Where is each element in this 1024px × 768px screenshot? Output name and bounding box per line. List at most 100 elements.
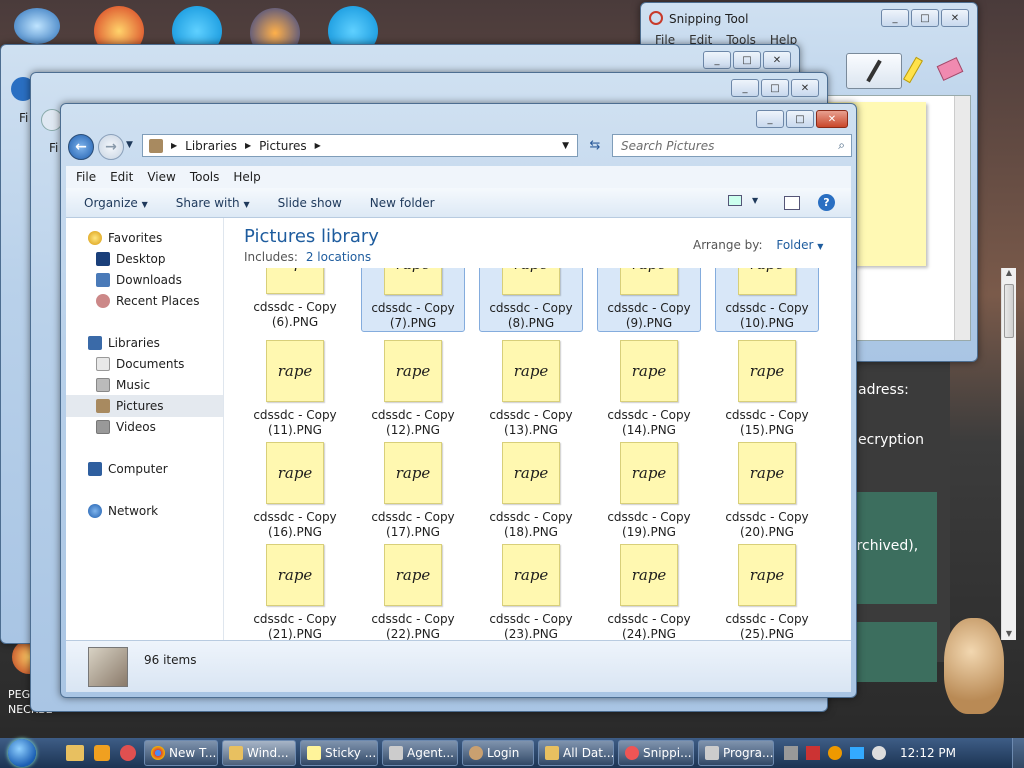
maximize-button[interactable]: □ [911, 9, 939, 27]
file-tile[interactable]: rape cdssdc - Copy(8).PNG [479, 268, 583, 332]
highlighter-icon[interactable] [903, 56, 923, 84]
file-tile[interactable]: rape cdssdc - Copy (12).PNG [361, 340, 465, 438]
nav-favorites[interactable]: Favorites [88, 228, 162, 248]
file-tile[interactable]: rape cdssdc - Copy (25).PNG [715, 544, 819, 640]
app-quicklaunch-icon[interactable] [120, 745, 136, 761]
file-tile[interactable]: rape cdssdc - Copy (13).PNG [479, 340, 583, 438]
file-tile[interactable]: rape cdssdc - Copy (14).PNG [597, 340, 701, 438]
address-dropdown-icon[interactable]: ▼ [562, 141, 569, 151]
vertical-scrollbar[interactable]: ▲ ▼ [1001, 268, 1016, 640]
file-tile[interactable]: rape cdssdc - Copy (20).PNG [715, 442, 819, 540]
breadcrumb-pictures[interactable]: Pictures [259, 139, 307, 153]
nav-music[interactable]: Music [96, 375, 150, 395]
scroll-down-icon[interactable]: ▼ [1002, 629, 1016, 638]
start-button[interactable] [0, 738, 44, 768]
refresh-button[interactable]: ⇆ [582, 134, 608, 157]
tray-display-icon[interactable] [850, 747, 864, 759]
file-menu-stub[interactable]: Fi [19, 111, 28, 125]
close-button[interactable]: ✕ [816, 110, 848, 128]
nav-computer[interactable]: Computer [88, 459, 168, 479]
nav-libraries[interactable]: Libraries [88, 333, 160, 353]
tray-antivirus-icon[interactable] [806, 746, 820, 760]
nav-network[interactable]: Network [88, 501, 158, 521]
taskbar-chrome[interactable]: New T... [144, 740, 218, 766]
taskbar-snipping-tool[interactable]: Snippi... [618, 740, 694, 766]
pen-button[interactable] [846, 53, 902, 89]
menu-tools[interactable]: Tools [190, 170, 220, 184]
share-with-button[interactable]: Share with ▼ [176, 196, 250, 210]
close-button[interactable]: ✕ [941, 9, 969, 27]
file-tile[interactable]: rape cdssdc - Copy(9).PNG [597, 268, 701, 332]
address-bar[interactable]: ▶ Libraries ▶ Pictures ▶ ▼ [142, 134, 578, 157]
clock[interactable]: 12:12 PM [900, 746, 956, 760]
nav-documents[interactable]: Documents [96, 354, 184, 374]
recent-pages-dropdown[interactable]: ▼ [126, 140, 133, 150]
menu-view[interactable]: View [147, 170, 175, 184]
file-menu-stub[interactable]: Fi [49, 141, 58, 155]
nav-desktop[interactable]: Desktop [96, 249, 166, 269]
minimize-button[interactable]: _ [703, 51, 731, 69]
media-player-quicklaunch-icon[interactable] [94, 745, 110, 761]
minimize-button[interactable]: _ [881, 9, 909, 27]
file-tile[interactable]: rape cdssdc - Copy(6).PNG [243, 268, 347, 330]
arrange-dropdown[interactable]: Folder ▼ [776, 238, 823, 252]
scroll-thumb[interactable] [1004, 284, 1014, 338]
nav-videos[interactable]: Videos [96, 417, 156, 437]
view-options-button[interactable]: ▼ [728, 195, 758, 206]
nav-recent-places[interactable]: Recent Places [96, 291, 199, 311]
minimize-button[interactable]: _ [756, 110, 784, 128]
show-desktop-button[interactable] [1012, 738, 1024, 768]
snip-vertical-scrollbar[interactable] [954, 96, 970, 340]
navigation-pane: Favorites Desktop Downloads Recent Place… [66, 218, 224, 640]
help-icon[interactable]: ? [818, 194, 835, 211]
file-tile[interactable]: rape cdssdc - Copy (22).PNG [361, 544, 465, 640]
file-tile[interactable]: rape cdssdc - Copy(10).PNG [715, 268, 819, 332]
back-button[interactable]: ← [68, 134, 94, 160]
taskbar-all-data[interactable]: All Dat... [538, 740, 614, 766]
eraser-icon[interactable] [936, 57, 964, 81]
file-tile[interactable]: rape cdssdc - Copy (15).PNG [715, 340, 819, 438]
taskbar-agent[interactable]: Agent... [382, 740, 458, 766]
maximize-button[interactable]: □ [761, 79, 789, 97]
explorer-quicklaunch-icon[interactable] [66, 745, 84, 761]
thumbnail-text: rape [631, 464, 667, 482]
taskbar-login[interactable]: Login [462, 740, 534, 766]
close-button[interactable]: ✕ [791, 79, 819, 97]
menu-help[interactable]: Help [233, 170, 260, 184]
breadcrumb-libraries[interactable]: Libraries [185, 139, 237, 153]
nav-pictures[interactable]: Pictures [66, 395, 223, 417]
menu-edit[interactable]: Edit [110, 170, 133, 184]
menu-file[interactable]: File [76, 170, 96, 184]
taskbar-windows-explorer[interactable]: Wind... [222, 740, 296, 766]
desktop-app-icon[interactable] [14, 8, 60, 44]
slideshow-button[interactable]: Slide show [278, 196, 342, 210]
file-tile[interactable]: rape cdssdc - Copy (24).PNG [597, 544, 701, 640]
organize-button[interactable]: Organize ▼ [84, 196, 148, 210]
file-tile[interactable]: rape cdssdc - Copy (16).PNG [243, 442, 347, 540]
file-tile[interactable]: rape cdssdc - Copy (18).PNG [479, 442, 583, 540]
tray-network-icon[interactable] [784, 746, 798, 760]
file-tile[interactable]: rape cdssdc - Copy (19).PNG [597, 442, 701, 540]
tray-volume-icon[interactable] [872, 746, 886, 760]
preview-pane-button[interactable] [784, 196, 800, 210]
taskbar-sticky-notes[interactable]: Sticky ... [300, 740, 378, 766]
taskbar-label: All Dat... [563, 746, 614, 760]
taskbar-program[interactable]: Progra... [698, 740, 774, 766]
file-tile[interactable]: rape cdssdc - Copy (23).PNG [479, 544, 583, 640]
file-tile[interactable]: rape cdssdc - Copy (17).PNG [361, 442, 465, 540]
maximize-button[interactable]: □ [786, 110, 814, 128]
new-folder-button[interactable]: New folder [370, 196, 435, 210]
file-tile[interactable]: rape cdssdc - Copy (11).PNG [243, 340, 347, 438]
search-input[interactable]: Search Pictures ⌕ [612, 134, 852, 157]
tray-search-icon[interactable] [828, 746, 842, 760]
thumbnail-text: rape [513, 464, 549, 482]
minimize-button[interactable]: _ [731, 79, 759, 97]
includes-locations-link[interactable]: 2 locations [306, 250, 371, 264]
file-tile[interactable]: rape cdssdc - Copy(7).PNG [361, 268, 465, 332]
maximize-button[interactable]: □ [733, 51, 761, 69]
forward-button[interactable]: → [98, 134, 124, 160]
close-button[interactable]: ✕ [763, 51, 791, 69]
scroll-up-icon[interactable]: ▲ [1002, 268, 1016, 277]
nav-downloads[interactable]: Downloads [96, 270, 182, 290]
file-tile[interactable]: rape cdssdc - Copy (21).PNG [243, 544, 347, 640]
